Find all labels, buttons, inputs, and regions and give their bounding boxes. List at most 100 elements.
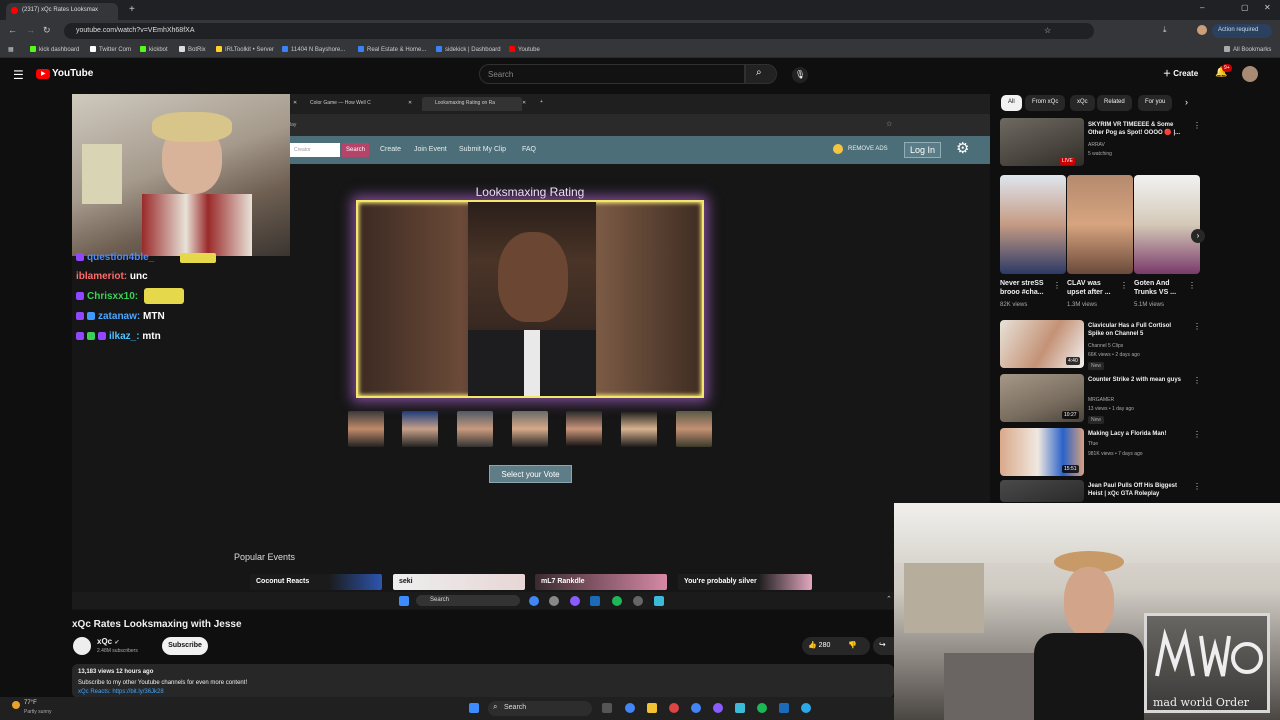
minimize-icon[interactable]: – (1200, 3, 1204, 12)
app-icon[interactable] (669, 703, 679, 713)
back-icon[interactable]: ← (8, 25, 17, 35)
search-button[interactable]: ⌕ (745, 64, 777, 84)
chrome-icon (529, 596, 539, 606)
short-title[interactable]: Never streSS brooo #cha... (1000, 279, 1052, 297)
search-input[interactable]: Search (479, 64, 745, 84)
filter-chip[interactable]: xQc (1070, 95, 1095, 111)
chrome-icon[interactable] (691, 703, 701, 713)
recommendation-title[interactable]: SKYRIM VR TIMEEEE & Some Other Pog as Sp… (1088, 121, 1188, 137)
description-link[interactable]: xQc Reacts: https://bit.ly/36Jk28 (78, 689, 164, 695)
steam-icon (590, 596, 600, 606)
chrome-icon[interactable] (625, 703, 635, 713)
close-window-icon[interactable]: ✕ (1264, 3, 1271, 12)
forward-icon[interactable]: → (26, 25, 35, 35)
bookmark-item[interactable]: kick dashboard (30, 46, 79, 53)
more-icon[interactable]: ⋮ (1193, 430, 1201, 439)
new-tab-icon[interactable]: + (129, 4, 135, 15)
bookmark-star-icon[interactable]: ☆ (1044, 26, 1051, 35)
spotify-icon[interactable] (757, 703, 767, 713)
thumbs-down-icon[interactable]: 👎 (848, 641, 857, 649)
short-views: 5.1M views (1134, 302, 1165, 308)
shorts-next-icon[interactable]: › (1191, 229, 1205, 243)
short-title[interactable]: Goten And Trunks VS ... (1134, 279, 1186, 297)
more-icon[interactable]: ⋮ (1053, 281, 1061, 290)
browser-tab[interactable]: (2317) xQc Rates Looksmax (6, 3, 118, 20)
bookmark-item[interactable]: Youtube (509, 46, 540, 53)
more-icon[interactable]: ⋮ (1193, 121, 1201, 130)
chat-message: Chrisxx10: (76, 288, 184, 304)
short-title[interactable]: CLAV was upset after ... (1067, 279, 1119, 297)
app-icon[interactable] (713, 703, 723, 713)
inner-close-icon: ✕ (408, 100, 413, 106)
inner-new-tab-icon: + (540, 99, 543, 105)
short-thumbnail[interactable] (1067, 175, 1133, 274)
recommendation-title[interactable]: Jean Paul Pulls Off His Biggest Heist | … (1088, 482, 1188, 498)
candidate-thumbnail (621, 411, 657, 447)
all-bookmarks[interactable]: All Bookmarks (1224, 46, 1271, 53)
taskbar-search[interactable]: Search (488, 701, 592, 716)
filter-chip[interactable]: All (1001, 95, 1022, 111)
more-icon[interactable]: ⋮ (1188, 281, 1196, 290)
app-icon[interactable] (801, 703, 811, 713)
notification-count: 9+ (1222, 64, 1232, 72)
apps-icon[interactable]: ▦ (8, 46, 14, 53)
bookmark-item[interactable]: 11404 N Bayshore... (282, 46, 345, 53)
download-icon[interactable]: ⤓ (1163, 25, 1167, 35)
maximize-icon[interactable]: ▢ (1241, 3, 1249, 12)
menu-icon[interactable]: ☰ (13, 68, 24, 82)
more-icon[interactable]: ⋮ (1193, 482, 1201, 491)
profile-avatar[interactable] (1197, 25, 1207, 35)
mic-icon[interactable]: 🎙 (792, 67, 808, 83)
recommendation-channel[interactable]: Channel 5 Clips (1088, 343, 1123, 349)
channel-avatar[interactable] (73, 637, 91, 655)
bookmark-item[interactable]: Twitter Com (90, 46, 131, 53)
account-avatar[interactable] (1242, 66, 1258, 82)
filter-chip[interactable]: Related (1097, 95, 1132, 111)
more-icon[interactable]: ⋮ (1120, 281, 1128, 290)
weather-icon[interactable] (12, 701, 20, 709)
recommendation-title[interactable]: Counter Strike 2 with mean guys (1088, 376, 1188, 384)
bookmark-item[interactable]: IRLToolkit • Server (216, 46, 274, 53)
filter-chip[interactable]: From xQc (1025, 95, 1066, 111)
recommendation-title[interactable]: Making Lacy a Florida Man! (1088, 430, 1188, 438)
channel-name[interactable]: xQc ✔ (97, 637, 119, 646)
share-icon[interactable]: ↪ (873, 637, 895, 655)
looksmax-heading: Looksmaxing Rating (475, 185, 585, 199)
event-card: mL7 Rankdle (535, 574, 667, 590)
recommendation-channel[interactable]: ARRAV (1088, 142, 1105, 148)
recommendation-channel[interactable]: Tfue (1088, 441, 1098, 447)
chat-user: Chrisxx10: (87, 291, 139, 302)
steam-icon[interactable] (779, 703, 789, 713)
file-explorer-icon[interactable] (647, 703, 657, 713)
site-nav-link: Join Event (414, 146, 447, 153)
app-icon[interactable] (735, 703, 745, 713)
select-vote-button: Select your Vote (489, 465, 572, 483)
more-icon[interactable]: ⋮ (1193, 322, 1201, 331)
duration-label: 15:51 (1062, 465, 1079, 473)
short-thumbnail[interactable] (1134, 175, 1200, 274)
hair-shape (152, 112, 232, 142)
chat-text: MTN (143, 311, 165, 322)
windows-start-icon (399, 596, 409, 606)
site-nav-link: FAQ (522, 146, 537, 153)
bookmark-item[interactable]: sidekick | Dashboard (436, 46, 501, 53)
task-view-icon[interactable] (602, 703, 612, 713)
bookmark-item[interactable]: BotRix (179, 46, 206, 53)
reload-icon[interactable]: ↻ (43, 25, 51, 36)
recommendation-channel[interactable]: MRGAMER (1088, 397, 1114, 403)
chevron-right-icon[interactable]: › (1185, 97, 1188, 107)
windows-start-icon[interactable] (469, 703, 479, 713)
recommendation-thumbnail[interactable] (1000, 480, 1084, 502)
recommendation-title[interactable]: Clavicular Has a Full Cortisol Spike on … (1088, 322, 1188, 338)
subscribe-button[interactable]: Subscribe (162, 637, 208, 655)
bookmark-item[interactable]: kickbot (140, 46, 168, 53)
short-thumbnail[interactable] (1000, 175, 1066, 274)
like-button[interactable]: 👍 280 (808, 641, 830, 649)
create-button[interactable]: ＋ Create (1163, 68, 1198, 79)
bookmark-item[interactable]: Real Estate & Home... (358, 46, 426, 53)
duration-label: 10:27 (1062, 411, 1079, 419)
more-icon[interactable]: ⋮ (1193, 376, 1201, 385)
address-bar[interactable]: youtube.com/watch?v=VEmhXh68fXA ☆ (64, 23, 1094, 39)
action-required-button[interactable]: Action required (1212, 24, 1272, 38)
filter-chip[interactable]: For you (1138, 95, 1173, 111)
